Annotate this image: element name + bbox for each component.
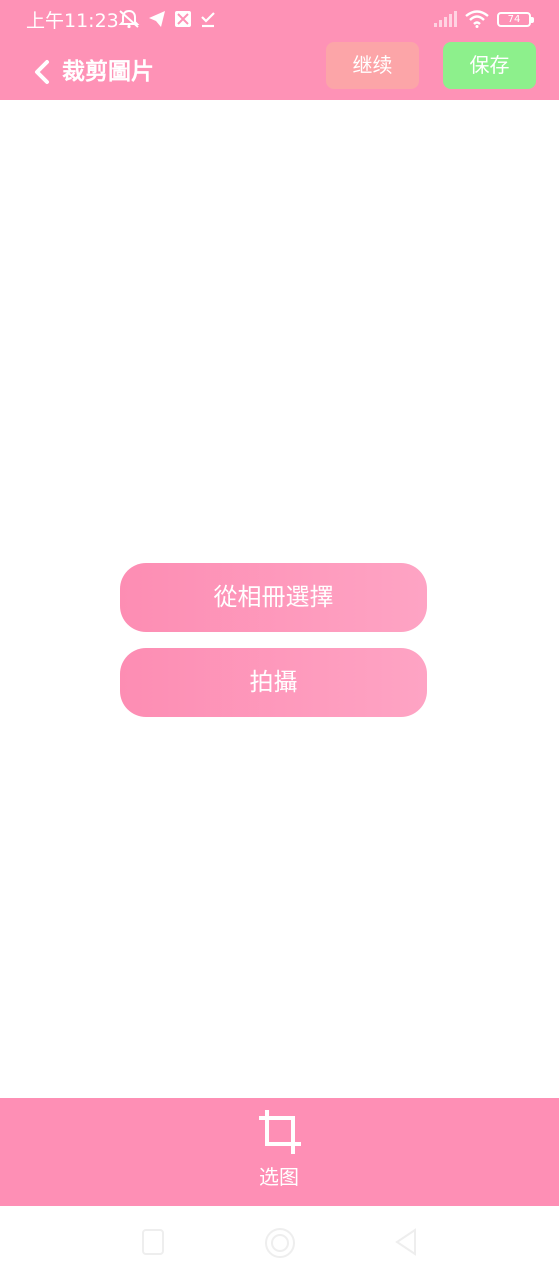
- app-bar: 裁剪圖片 继续 保存: [0, 42, 559, 100]
- bottom-tab-bar: 选图: [0, 1098, 559, 1206]
- screen: 上午11:23 74 裁剪圖片 继续 保存 從相冊選擇 拍攝 选图: [0, 0, 559, 1280]
- crop-icon: [257, 1108, 303, 1160]
- take-photo-button[interactable]: 拍攝: [120, 648, 427, 717]
- status-right-icons: 74: [433, 10, 534, 28]
- back-arrow-icon[interactable]: [28, 56, 58, 88]
- header: 上午11:23 74 裁剪圖片 继续 保存: [0, 0, 559, 100]
- tab-choose-image-label: 选图: [259, 1165, 299, 1189]
- home-icon[interactable]: [264, 1227, 296, 1263]
- mute-bell-icon: [118, 9, 140, 29]
- continue-button[interactable]: 继续: [326, 42, 419, 89]
- system-nav-bar: [0, 1206, 559, 1280]
- back-triangle-icon[interactable]: [393, 1228, 419, 1260]
- recents-icon[interactable]: [141, 1228, 165, 1260]
- app-notification-icon: [174, 10, 192, 28]
- download-done-icon: [200, 10, 216, 28]
- wifi-icon: [465, 10, 489, 28]
- telegram-send-icon: [148, 10, 166, 28]
- page-title: 裁剪圖片: [62, 59, 154, 85]
- status-left-icons: [118, 9, 216, 29]
- status-time: 上午11:23: [26, 10, 119, 32]
- signal-icon: [433, 11, 457, 27]
- status-bar: 上午11:23 74: [0, 0, 559, 42]
- save-button[interactable]: 保存: [443, 42, 536, 89]
- battery-icon: 74: [497, 11, 534, 27]
- tab-choose-image[interactable]: 选图: [229, 1102, 329, 1200]
- choose-from-album-button[interactable]: 從相冊選擇: [120, 563, 427, 632]
